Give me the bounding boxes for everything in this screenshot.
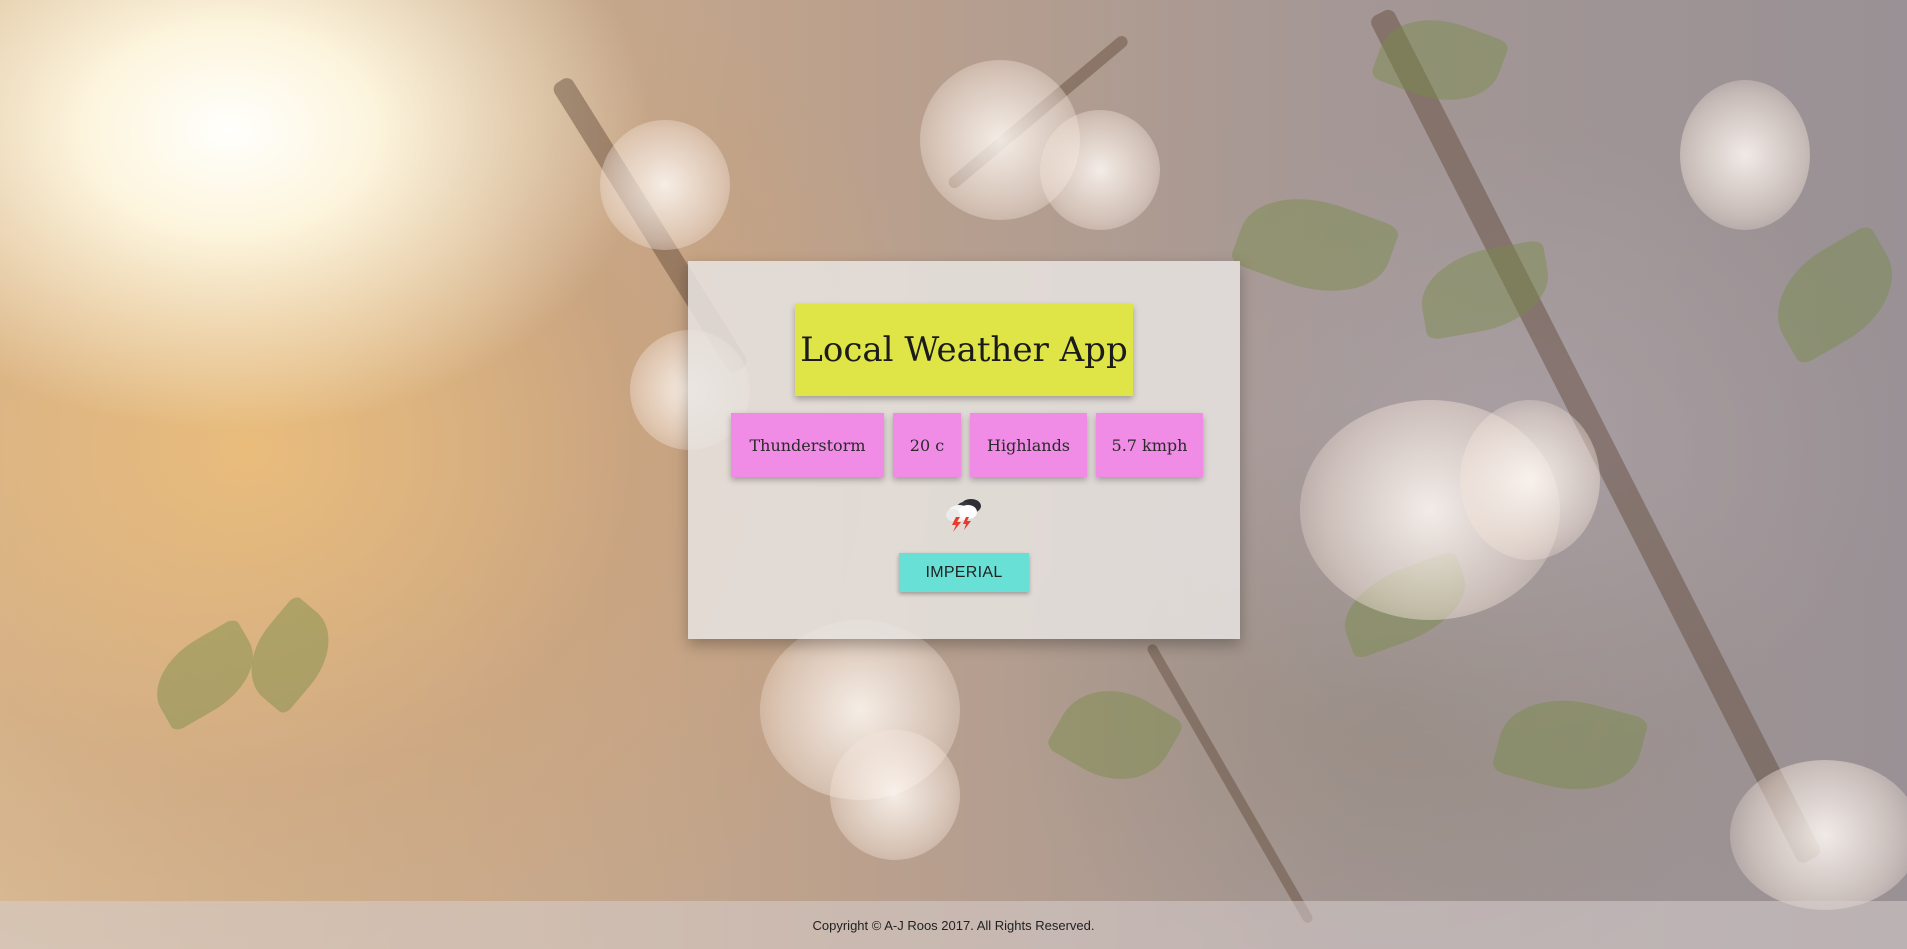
wind-speed: 5.7 kmph [1096,413,1203,477]
app-title: Local Weather App [800,330,1128,370]
thunderstorm-icon [943,495,987,533]
location: Highlands [970,413,1087,477]
copyright-text: Copyright © A-J Roos 2017. All Rights Re… [812,917,1095,933]
weather-card: Local Weather App Thunderstorm 20 c High… [688,261,1240,639]
footer: Copyright © A-J Roos 2017. All Rights Re… [0,901,1907,949]
weather-stats: Thunderstorm 20 c Highlands 5.7 kmph [731,413,1203,477]
weather-condition: Thunderstorm [731,413,884,477]
title-box: Local Weather App [795,304,1133,396]
temperature: 20 c [893,413,961,477]
toggle-units-button[interactable]: IMPERIAL [899,553,1029,592]
